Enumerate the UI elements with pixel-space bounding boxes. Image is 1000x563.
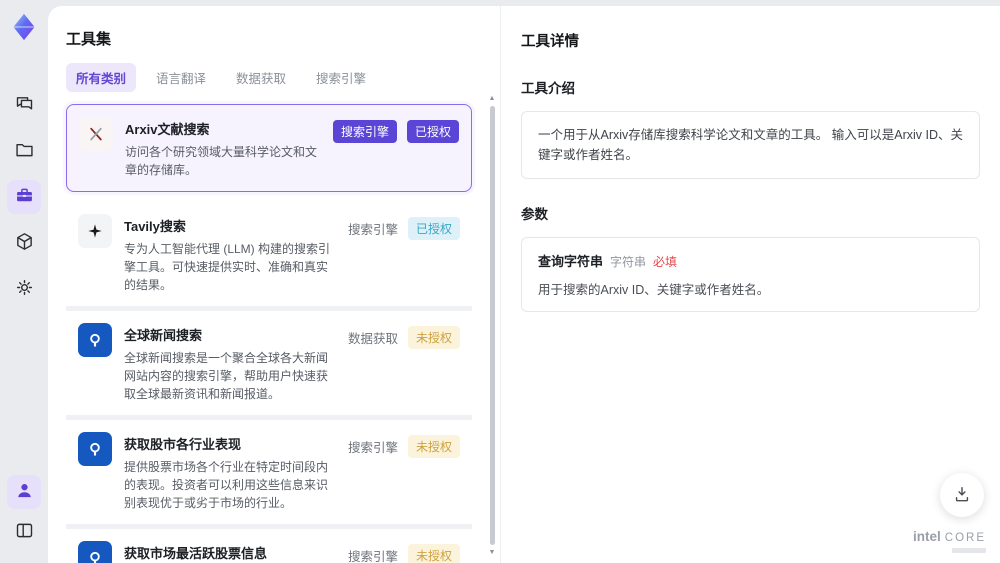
folder-icon: [14, 139, 35, 163]
gear-icon: [14, 277, 35, 301]
tool-card[interactable]: 获取市场最活跃股票信息 提供当天交易量最高的股票列表，投资者可以利用这些信息来识…: [66, 529, 472, 563]
tool-card[interactable]: Tavily搜索 专为人工智能代理 (LLM) 构建的搜索引擎工具。可快速提供实…: [66, 202, 472, 311]
sidebar-item-folder[interactable]: [7, 134, 41, 168]
tool-card[interactable]: Arxiv文献搜索 访问各个研究领域大量科学论文和文章的存储库。 搜索引擎 已授…: [66, 104, 472, 192]
scroll-up-icon[interactable]: ▲: [489, 94, 496, 103]
param-description: 用于搜索的Arxiv ID、关键字或作者姓名。: [538, 283, 770, 297]
intro-text: 一个用于从Arxiv存储库搜索科学论文和文章的工具。 输入可以是Arxiv ID…: [538, 128, 964, 162]
arxiv-icon: [79, 117, 113, 151]
tool-name: Arxiv文献搜索: [125, 122, 210, 137]
sidebar-item-user[interactable]: [7, 475, 41, 509]
sidebar-item-toolbox[interactable]: [7, 180, 41, 214]
tool-tags: 搜索引擎 未授权: [348, 435, 460, 458]
tool-tags: 搜索引擎 未授权: [348, 544, 460, 563]
tool-detail-pane: 工具详情 工具介绍 一个用于从Arxiv存储库搜索科学论文和文章的工具。 输入可…: [500, 6, 1000, 563]
cube-icon: [14, 231, 35, 255]
category-tag: 搜索引擎: [347, 550, 398, 563]
intro-box: 一个用于从Arxiv存储库搜索科学论文和文章的工具。 输入可以是Arxiv ID…: [521, 111, 980, 179]
toolbox-icon: [14, 185, 35, 209]
chat-icon: [14, 93, 35, 117]
category-tabs: 所有类别 语言翻译 数据获取 搜索引擎: [66, 63, 472, 92]
tool-tags: 数据获取 未授权: [348, 326, 460, 349]
category-tag: 搜索引擎: [347, 223, 398, 237]
sidebar-item-panel[interactable]: [7, 515, 41, 549]
auth-status-badge: 未授权: [407, 435, 460, 458]
param-type: 字符串: [610, 255, 647, 269]
tab-category-3[interactable]: 搜索引擎: [306, 63, 376, 92]
tool-name: Tavily搜索: [124, 219, 186, 234]
tool-name: 获取股市各行业表现: [124, 437, 242, 452]
tool-card[interactable]: 全球新闻搜索 全球新闻搜索是一个聚合全球各大新闻网站内容的搜索引擎，帮助用户快速…: [66, 311, 472, 420]
scrollbar[interactable]: ▲ ▼: [487, 94, 497, 557]
tool-description: 访问各个研究领域大量科学论文和文章的存储库。: [125, 145, 318, 177]
blueq-icon: [78, 432, 112, 466]
panel-icon: [14, 520, 35, 544]
intel-brand-text: intel: [913, 529, 941, 544]
blueq-icon: [78, 323, 112, 357]
param-required-badge: 必填: [653, 255, 678, 269]
category-tag: 数据获取: [347, 332, 398, 346]
tab-all-categories[interactable]: 所有类别: [66, 63, 137, 92]
intro-heading: 工具介绍: [521, 81, 575, 96]
tool-description: 专为人工智能代理 (LLM) 构建的搜索引擎工具。可快速提供实时、准确和真实的结…: [124, 242, 331, 292]
param-header: 查询字符串 字符串 必填: [538, 251, 963, 270]
sidebar: [0, 0, 48, 563]
gem-logo-icon: [9, 12, 39, 42]
sidebar-item-chat[interactable]: [7, 88, 41, 122]
tool-description: 提供股票市场各个行业在特定时间段内的表现。投资者可以利用这些信息来识别表现优于或…: [124, 460, 329, 510]
tab-category-1[interactable]: 语言翻译: [146, 63, 216, 92]
user-icon: [14, 480, 35, 504]
tab-category-2[interactable]: 数据获取: [226, 63, 296, 92]
auth-status-badge: 未授权: [407, 544, 460, 563]
scrollbar-thumb[interactable]: [489, 106, 495, 545]
detail-title: 工具详情: [521, 34, 579, 50]
sidebar-nav: [7, 88, 41, 318]
category-tag: 搜索引擎: [347, 441, 398, 455]
intel-badge-bar: [952, 548, 986, 553]
intel-core-logo: intel core: [913, 528, 986, 553]
scroll-down-icon[interactable]: ▼: [489, 548, 496, 557]
tool-name: 全球新闻搜索: [124, 328, 203, 343]
auth-status-badge: 未授权: [407, 326, 460, 349]
sidebar-bottom: [7, 475, 41, 555]
auth-status-badge: 已授权: [407, 217, 460, 240]
tool-description: 全球新闻搜索是一个聚合全球各大新闻网站内容的搜索引擎，帮助用户快速获取全球最新资…: [124, 351, 329, 401]
download-button[interactable]: [940, 473, 984, 517]
auth-status-badge: 已授权: [406, 120, 459, 143]
blueq-icon: [78, 541, 112, 563]
params-heading: 参数: [521, 207, 548, 222]
core-brand-text: core: [944, 532, 986, 544]
main-panel: 工具集 所有类别 语言翻译 数据获取 搜索引擎 Arxiv文献搜索 访问各个研究领域大…: [48, 6, 1000, 563]
tool-card[interactable]: 获取股市各行业表现 提供股票市场各个行业在特定时间段内的表现。投资者可以利用这些…: [66, 420, 472, 529]
param-box: 查询字符串 字符串 必填 用于搜索的Arxiv ID、关键字或作者姓名。: [521, 237, 980, 312]
tool-name: 获取市场最活跃股票信息: [124, 546, 268, 561]
param-name: 查询字符串: [538, 254, 604, 269]
tavily-icon: [78, 214, 112, 248]
download-icon: [952, 484, 972, 507]
tool-tags: 搜索引擎 已授权: [348, 217, 460, 240]
page-title: 工具集: [66, 31, 112, 48]
tool-tags: 搜索引擎 已授权: [332, 120, 459, 143]
sidebar-item-gear[interactable]: [7, 272, 41, 306]
sidebar-item-cube[interactable]: [7, 226, 41, 260]
tool-card-list: Arxiv文献搜索 访问各个研究领域大量科学论文和文章的存储库。 搜索引擎 已授…: [66, 104, 472, 563]
category-tag: 搜索引擎: [332, 120, 397, 143]
tool-list-pane: 工具集 所有类别 语言翻译 数据获取 搜索引擎 Arxiv文献搜索 访问各个研究领域大…: [48, 6, 500, 563]
